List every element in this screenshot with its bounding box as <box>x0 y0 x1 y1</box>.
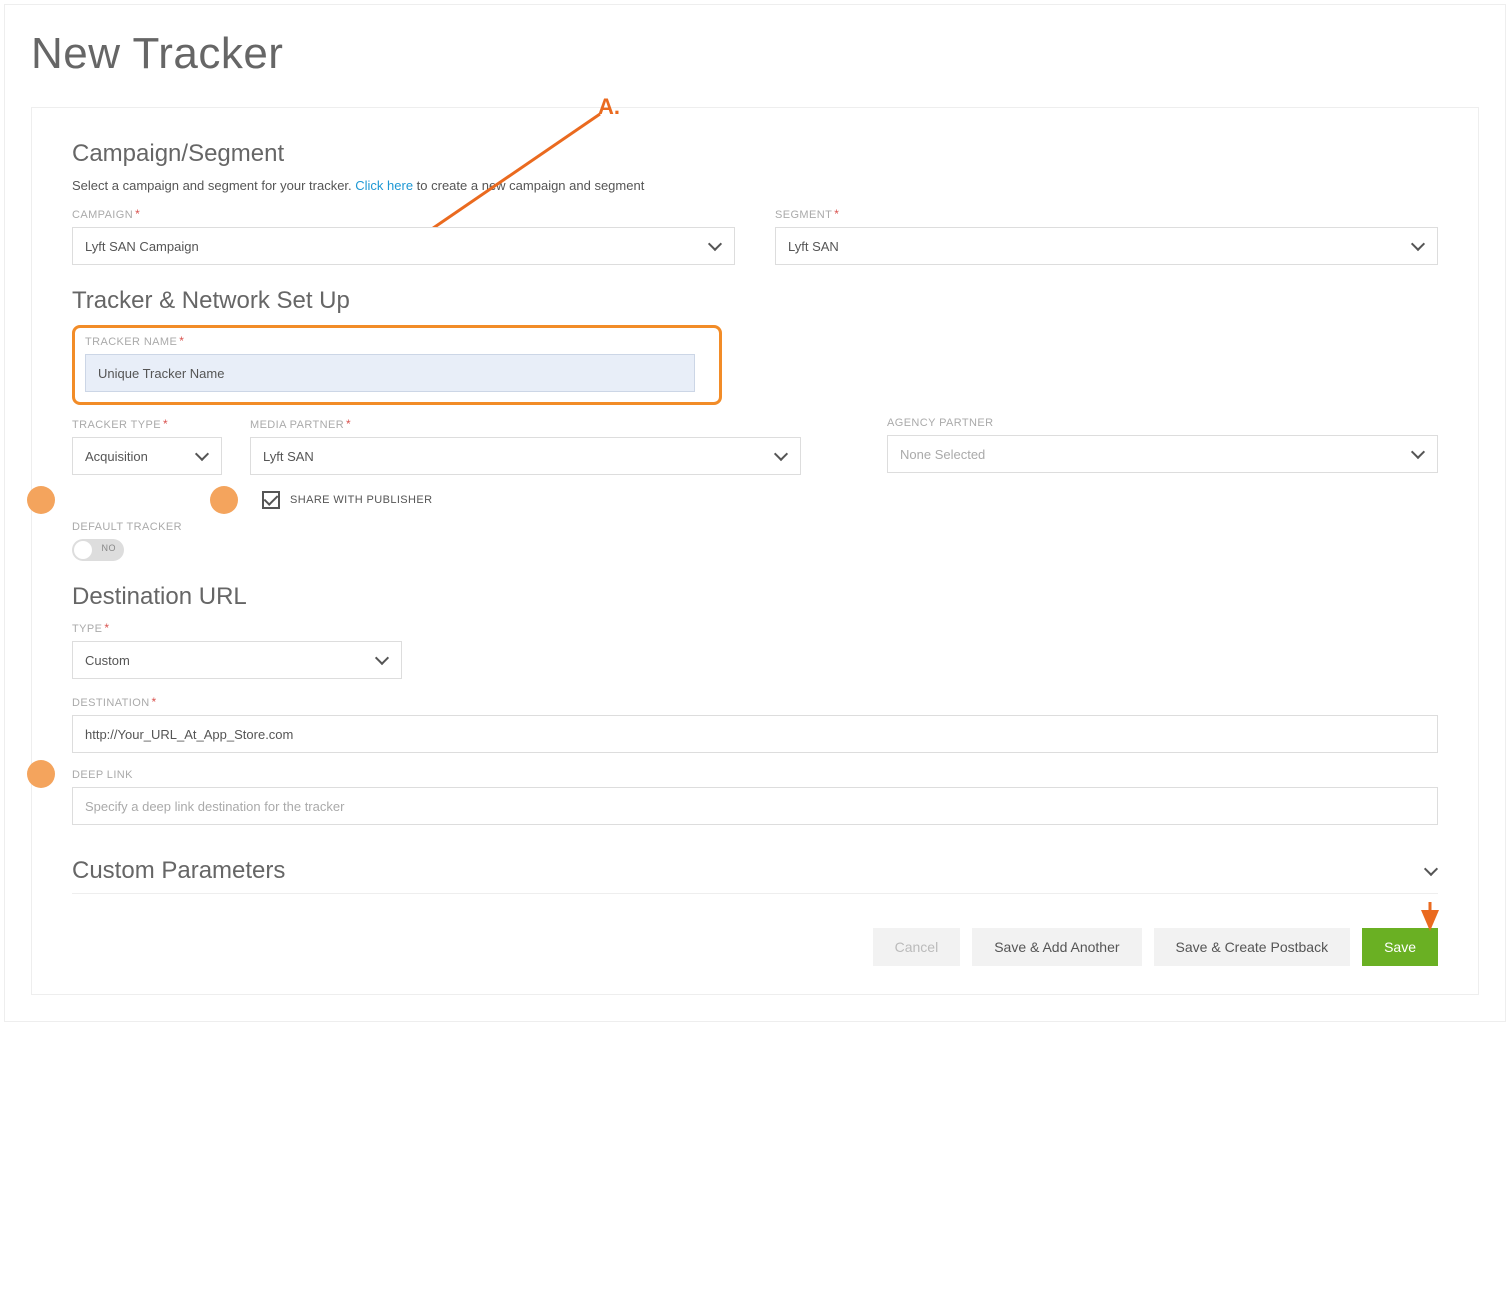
agency-partner-select[interactable]: None Selected <box>887 435 1438 473</box>
agency-partner-label: AGENCY PARTNER <box>887 417 1438 429</box>
campaign-section-title: Campaign/Segment <box>72 140 1438 168</box>
destination-type-label: TYPE* <box>72 621 402 635</box>
create-campaign-link[interactable]: Click here <box>355 178 413 193</box>
annotation-dot-destination <box>27 760 55 788</box>
annotation-dot-tracker-type <box>27 486 55 514</box>
chevron-down-icon <box>1411 239 1425 253</box>
tracker-section-title: Tracker & Network Set Up <box>72 287 1438 315</box>
save-add-another-button[interactable]: Save & Add Another <box>972 928 1141 966</box>
campaign-label: CAMPAIGN* <box>72 207 735 221</box>
custom-params-title: Custom Parameters <box>72 857 285 885</box>
media-partner-label: MEDIA PARTNER* <box>250 417 801 431</box>
custom-params-chevron-icon[interactable] <box>1424 864 1438 878</box>
destination-label: DESTINATION* <box>72 695 1438 709</box>
share-with-publisher-checkbox[interactable] <box>262 491 280 509</box>
destination-type-select[interactable]: Custom <box>72 641 402 679</box>
segment-select[interactable]: Lyft SAN <box>775 227 1438 265</box>
chevron-down-icon <box>1411 447 1425 461</box>
campaign-helper-text: Select a campaign and segment for your t… <box>72 178 1438 193</box>
share-with-publisher-label: SHARE WITH PUBLISHER <box>290 494 432 506</box>
form-panel: A. Campaign/Segment Select a campaign an… <box>31 107 1479 995</box>
destination-section-title: Destination URL <box>72 583 1438 611</box>
campaign-select[interactable]: Lyft SAN Campaign <box>72 227 735 265</box>
tracker-name-label: TRACKER NAME* <box>85 334 709 348</box>
chevron-down-icon <box>708 239 722 253</box>
annotation-dot-media-partner <box>210 486 238 514</box>
chevron-down-icon <box>774 449 788 463</box>
tracker-name-highlight: TRACKER NAME* Unique Tracker Name <box>72 325 722 405</box>
destination-input[interactable]: http://Your_URL_At_App_Store.com <box>72 715 1438 753</box>
chevron-down-icon <box>195 449 209 463</box>
deeplink-input[interactable]: Specify a deep link destination for the … <box>72 787 1438 825</box>
tracker-type-select[interactable]: Acquisition <box>72 437 222 475</box>
tracker-name-input[interactable]: Unique Tracker Name <box>85 354 695 392</box>
default-tracker-label: DEFAULT TRACKER <box>72 521 1438 533</box>
save-create-postback-button[interactable]: Save & Create Postback <box>1154 928 1351 966</box>
chevron-down-icon <box>375 653 389 667</box>
page-title: New Tracker <box>31 29 1479 79</box>
deeplink-label: DEEP LINK <box>72 769 1438 781</box>
tracker-type-label: TRACKER TYPE* <box>72 417 222 431</box>
save-button[interactable]: Save <box>1362 928 1438 966</box>
media-partner-select[interactable]: Lyft SAN <box>250 437 801 475</box>
segment-label: SEGMENT* <box>775 207 1438 221</box>
divider <box>72 893 1438 894</box>
cancel-button[interactable]: Cancel <box>873 928 961 966</box>
annotation-a-label: A. <box>598 94 620 120</box>
default-tracker-toggle[interactable]: NO <box>72 539 124 561</box>
